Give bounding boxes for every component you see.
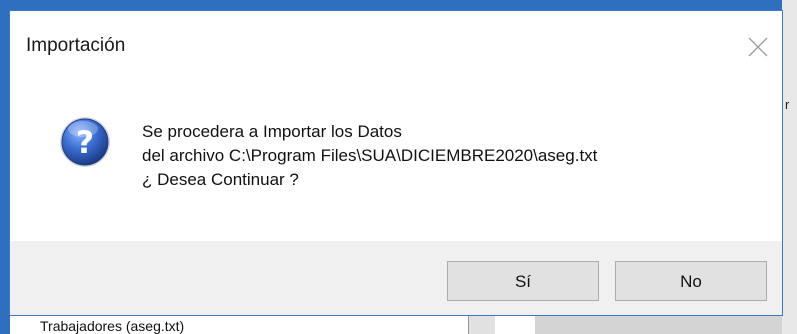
yes-button[interactable]: Sí [447,261,599,301]
background-dropdown-button[interactable] [468,316,495,334]
import-dialog: Importación ? Se procedera a Importar lo… [10,11,782,315]
close-button[interactable] [740,31,774,61]
message-line-3: ¿ Desea Continuar ? [142,170,299,189]
screen: r Trabajadores (aseg.txt) Importación ? … [0,0,797,334]
dialog-title-bar[interactable]: Importación [10,11,782,79]
background-right-panel [782,0,797,334]
svg-text:?: ? [76,125,94,161]
background-gray-area [535,314,782,334]
message-line-2: del archivo C:\Program Files\SUA\DICIEMB… [142,146,598,165]
dialog-button-area: Sí No [10,241,782,315]
dialog-title: Importación [26,35,126,56]
background-file-field[interactable]: Trabajadores (aseg.txt) [10,314,535,334]
close-icon [748,37,768,57]
background-right-text: r [785,97,790,112]
message-area: ? Se procedera a Importar los Datos del … [10,79,782,241]
message-line-1: Se procedera a Importar los Datos [142,122,402,141]
question-icon: ? [58,115,112,169]
no-button[interactable]: No [615,261,767,301]
dialog-message: Se procedera a Importar los Datos del ar… [142,120,597,192]
